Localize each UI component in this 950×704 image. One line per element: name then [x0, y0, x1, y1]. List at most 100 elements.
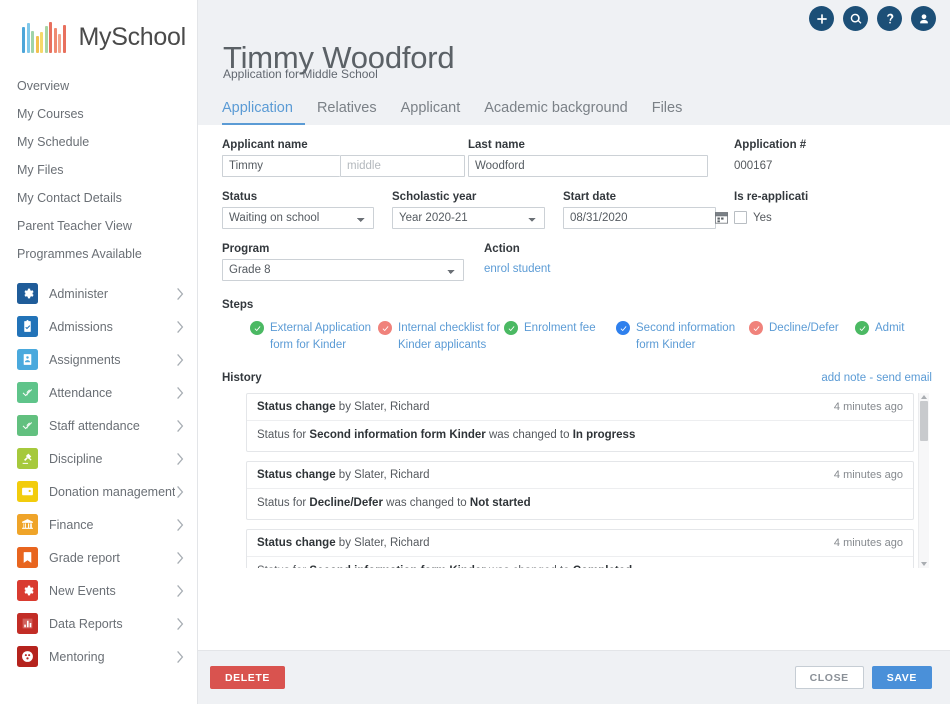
scrollbar-thumb[interactable]	[920, 401, 928, 441]
sidebar-module-attendance[interactable]: Attendance	[0, 376, 197, 409]
start-date-label: Start date	[563, 191, 617, 203]
chevron-right-icon[interactable]	[175, 550, 185, 566]
tab-bar: Application Relatives Applicant Academic ba…	[222, 100, 694, 125]
logo-bar	[53, 28, 57, 53]
sidebar-module-new-events[interactable]: New Events	[0, 574, 197, 607]
sidebar-module-finance[interactable]: Finance	[0, 508, 197, 541]
sidebar-link-my-schedule[interactable]: My Schedule	[0, 128, 197, 156]
help-icon[interactable]	[877, 6, 902, 31]
save-button[interactable]: SAVE	[871, 666, 932, 689]
user-icon[interactable]	[911, 6, 936, 31]
logo-bar	[62, 25, 66, 53]
chevron-right-icon[interactable]	[175, 286, 185, 302]
sidebar-module-staff-attendance[interactable]: Staff attendance	[0, 409, 197, 442]
first-name-input[interactable]	[222, 155, 340, 177]
sidebar-module-admissions[interactable]: Admissions	[0, 310, 197, 343]
scholastic-year-select[interactable]: Year 2020-21	[392, 207, 545, 229]
step-item[interactable]: Internal checklist for Kinder applicants	[378, 320, 504, 354]
myschool-logo-icon	[22, 19, 66, 53]
applicant-name-label: Applicant name	[222, 139, 308, 151]
history-body-prefix: Status for	[257, 429, 310, 441]
scroll-up-arrow-icon[interactable]	[921, 395, 927, 399]
page-header: Timmy Woodford Application for Middle Sc…	[198, 0, 950, 125]
send-email-link[interactable]: send email	[876, 372, 932, 384]
start-date-input[interactable]	[563, 207, 716, 229]
history-entry-body: Status for Decline/Defer was changed to …	[247, 489, 913, 519]
sidebar-link-parent-teacher-view[interactable]: Parent Teacher View	[0, 212, 197, 240]
bank-icon	[17, 514, 38, 535]
history-entry[interactable]: Status change by Slater, Richard 4 minute…	[246, 393, 914, 452]
history-entry[interactable]: Status change by Slater, Richard 4 minute…	[246, 529, 914, 568]
history-title: History	[222, 372, 262, 384]
history-card-header: Status change by Slater, Richard 4 minute…	[247, 394, 913, 421]
page-subtitle: Application for Middle School	[223, 67, 378, 81]
step-item[interactable]: Enrolment fee	[504, 320, 616, 337]
applicant-name-group: Applicant name	[222, 139, 465, 177]
tab-academic-background[interactable]: Academic background	[472, 100, 639, 125]
chevron-right-icon[interactable]	[175, 352, 185, 368]
sidebar-module-discipline[interactable]: Discipline	[0, 442, 197, 475]
history-scrollbar[interactable]	[918, 393, 929, 568]
chevron-right-icon[interactable]	[175, 484, 185, 500]
re-application-checkbox[interactable]	[734, 211, 747, 224]
sidebar-module-label: Administer	[49, 286, 109, 301]
chevron-right-icon[interactable]	[175, 451, 185, 467]
chevron-right-icon[interactable]	[175, 418, 185, 434]
step-item[interactable]: Decline/Defer	[749, 320, 855, 337]
sidebar-module-mentoring[interactable]: Mentoring	[0, 640, 197, 673]
add-note-link[interactable]: add note	[821, 372, 866, 384]
sidebar-link-programmes-available[interactable]: Programmes Available	[0, 240, 197, 268]
chevron-right-icon[interactable]	[175, 319, 185, 335]
form-footer: DELETE CLOSE SAVE	[198, 650, 950, 704]
sidebar-module-administer[interactable]: Administer	[0, 277, 197, 310]
scroll-down-arrow-icon[interactable]	[921, 562, 927, 566]
close-button[interactable]: CLOSE	[794, 666, 864, 689]
sidebar-module-data-reports[interactable]: Data Reports	[0, 607, 197, 640]
step-item[interactable]: External Application form for Kinder	[250, 320, 378, 354]
enrol-student-link[interactable]: enrol student	[484, 263, 551, 275]
tab-files[interactable]: Files	[640, 100, 695, 125]
sidebar-module-donation-management[interactable]: Donation management	[0, 475, 197, 508]
chevron-right-icon[interactable]	[175, 583, 185, 599]
history-body-subject: Second information form Kinder	[309, 429, 486, 441]
tab-applicant[interactable]: Applicant	[389, 100, 473, 125]
history-card-header: Status change by Slater, Richard 4 minute…	[247, 530, 913, 557]
sidebar-link-overview[interactable]: Overview	[0, 72, 197, 100]
sidebar-modules: Administer Admissions Assignments Attendanc…	[0, 277, 197, 673]
tab-relatives[interactable]: Relatives	[305, 100, 389, 125]
sidebar-module-label: Discipline	[49, 451, 103, 466]
sidebar-module-label: New Events	[49, 583, 116, 598]
middle-name-input[interactable]	[340, 155, 465, 177]
chevron-right-icon[interactable]	[175, 517, 185, 533]
re-application-label: Is re-applicati	[734, 191, 809, 203]
status-select[interactable]: Waiting on school	[222, 207, 374, 229]
re-application-group: Is re-applicati Yes	[734, 191, 808, 224]
chevron-right-icon[interactable]	[175, 649, 185, 665]
step-item[interactable]: Admit	[855, 320, 925, 337]
step-item[interactable]: Second information form Kinder	[616, 320, 749, 354]
search-icon[interactable]	[843, 6, 868, 31]
sidebar-module-grade-report[interactable]: Grade report	[0, 541, 197, 574]
history-entry-body: Status for Second information form Kinde…	[247, 421, 913, 451]
delete-button[interactable]: DELETE	[210, 666, 286, 689]
chevron-right-icon[interactable]	[175, 385, 185, 401]
history-body-subject: Second information form Kinder	[309, 565, 485, 568]
program-select[interactable]: Grade 8	[222, 259, 464, 281]
sidebar-module-assignments[interactable]: Assignments	[0, 343, 197, 376]
program-group: Program Grade 8	[222, 243, 484, 281]
calendar-icon[interactable]	[715, 211, 728, 224]
sidebar-link-my-courses[interactable]: My Courses	[0, 100, 197, 128]
sidebar-link-my-contact-details[interactable]: My Contact Details	[0, 184, 197, 212]
history-section: History add note - send email Status cha…	[222, 372, 932, 568]
bookmark-icon	[17, 547, 38, 568]
add-icon[interactable]	[809, 6, 834, 31]
sidebar-link-my-files[interactable]: My Files	[0, 156, 197, 184]
history-entry-author: by Slater, Richard	[335, 469, 430, 481]
chevron-right-icon[interactable]	[175, 616, 185, 632]
brand-logo[interactable]: MySchool	[0, 0, 197, 58]
history-entry[interactable]: Status change by Slater, Richard 4 minute…	[246, 461, 914, 520]
status-group: Status Waiting on school	[222, 191, 392, 229]
tab-application[interactable]: Application	[222, 100, 305, 125]
last-name-input[interactable]	[468, 155, 708, 177]
header-action-icons	[809, 6, 936, 31]
